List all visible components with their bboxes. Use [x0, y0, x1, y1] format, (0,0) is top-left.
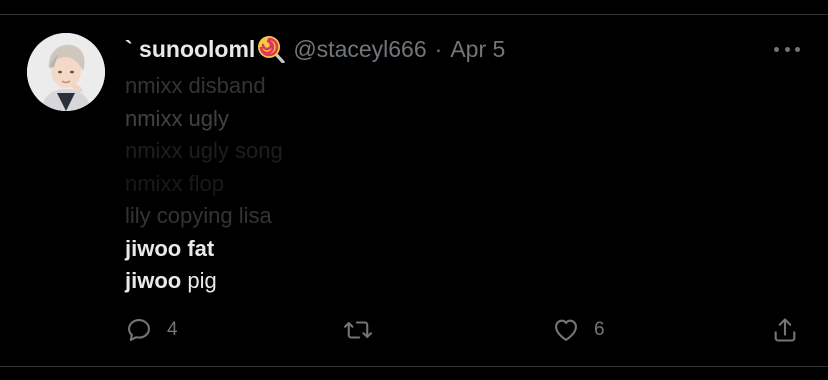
reply-count: 4 — [167, 319, 178, 340]
tweet-card[interactable]: ` sunooloml @staceyl666 · Apr 5 nmixx di… — [0, 0, 828, 380]
tweet-line: nmixx disband — [125, 73, 266, 98]
share-button[interactable] — [771, 312, 799, 348]
tweet-line: jiwoo fat — [125, 233, 745, 266]
share-icon — [774, 318, 796, 342]
tweet-line-rest: pig — [181, 268, 217, 293]
tweet-header: ` sunooloml @staceyl666 · Apr 5 — [125, 33, 505, 65]
tweet-line: nmixx flop — [125, 170, 225, 196]
reply-icon — [128, 319, 150, 341]
user-handle[interactable]: @staceyl666 — [293, 36, 426, 63]
avatar[interactable] — [27, 33, 105, 111]
tweet-line: jiwoo pig — [125, 265, 745, 298]
more-options-icon[interactable] — [774, 40, 800, 58]
display-name[interactable]: ` sunooloml — [125, 36, 255, 63]
like-count: 6 — [594, 319, 605, 340]
tweet-text: nmixx disband nmixx ugly nmixx ugly song… — [125, 70, 745, 298]
retweet-button[interactable] — [343, 312, 387, 348]
tweet-line: lily copying lisa — [125, 203, 272, 228]
bottom-divider — [0, 366, 828, 367]
tweet-date[interactable]: Apr 5 — [450, 36, 505, 63]
header-separator: · — [434, 35, 443, 62]
top-divider — [0, 14, 828, 15]
heart-icon — [555, 319, 577, 341]
avatar-image — [27, 33, 105, 111]
retweet-icon — [344, 321, 372, 339]
tweet-line-bold: jiwoo — [125, 268, 182, 293]
like-button[interactable]: 6 — [552, 312, 605, 348]
tweet-line: nmixx ugly — [125, 105, 229, 131]
action-bar: 4 6 — [0, 312, 828, 348]
tweet-line: nmixx ugly song — [125, 138, 283, 163]
tweet-line-bold: jiwoo fat — [125, 235, 215, 261]
lollipop-icon — [258, 36, 285, 63]
reply-button[interactable]: 4 — [125, 312, 178, 348]
